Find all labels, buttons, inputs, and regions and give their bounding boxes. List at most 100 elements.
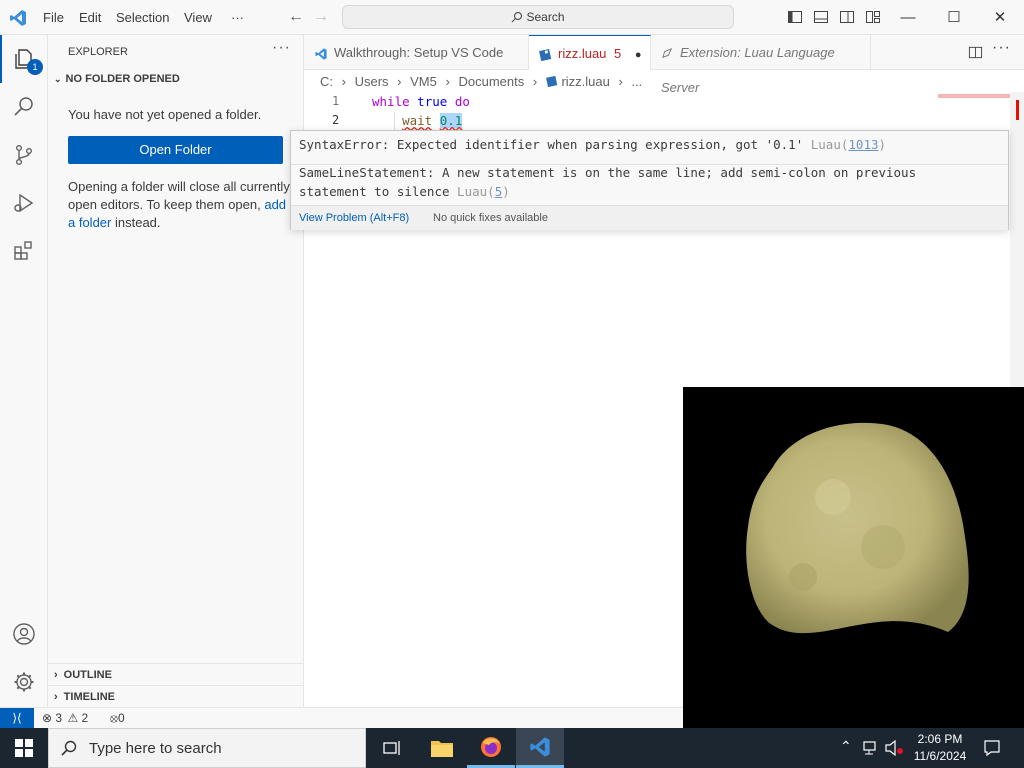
taskbar-search-placeholder: Type here to search <box>89 740 222 757</box>
volume-muted-icon[interactable] <box>884 740 904 756</box>
view-problem-link[interactable]: View Problem (Alt+F8) <box>299 206 409 230</box>
extension-icon <box>662 48 673 59</box>
hover-status-bar: View Problem (Alt+F8) No quick fixes ava… <box>291 205 1008 230</box>
problem-2-source: Luau( <box>457 184 495 199</box>
explorer-sidebar: EXPLORER ··· ⌄ NO FOLDER OPENED You have … <box>48 35 304 707</box>
breadcrumb-item[interactable]: Documents <box>458 74 524 89</box>
manage-gear-icon[interactable] <box>0 658 48 706</box>
minimize-button[interactable]: — <box>885 0 931 35</box>
menu-file[interactable]: File <box>43 0 64 35</box>
no-folder-section[interactable]: ⌄ NO FOLDER OPENED <box>54 73 180 85</box>
search-placeholder: Search <box>526 10 565 24</box>
remote-indicator-icon[interactable]: ⟩⟨ <box>0 708 34 729</box>
luau-file-icon <box>545 75 558 88</box>
split-editor-icon[interactable] <box>968 45 983 60</box>
accounts-icon[interactable] <box>0 610 48 658</box>
menu-more[interactable]: ··· <box>231 0 244 35</box>
problem-2-text: statement to silence <box>299 184 450 199</box>
problems-indicator[interactable]: ⊗ 3 ⚠ 2 <box>42 711 88 725</box>
problem-1: SyntaxError: Expected identifier when pa… <box>299 137 887 152</box>
menu-view[interactable]: View <box>184 0 212 35</box>
function-wait: wait <box>402 113 433 128</box>
close-button[interactable]: ✕ <box>977 0 1023 35</box>
tab-extension-label: Extension: Luau Language Server <box>661 45 835 95</box>
timeline-section[interactable]: › TIMELINE <box>48 685 304 707</box>
source-control-icon[interactable] <box>0 131 48 179</box>
problem-2-line-2: statement to silence Luau(5) <box>299 184 510 199</box>
breadcrumb-item[interactable]: ... <box>631 74 642 89</box>
open-folder-button[interactable]: Open Folder <box>68 136 283 164</box>
ports-indicator[interactable]: ⦻0 <box>110 711 125 726</box>
problem-1-source: Luau( <box>810 137 849 152</box>
warning-icon: ⚠ <box>67 711 79 725</box>
customize-layout-icon[interactable] <box>865 9 881 25</box>
unsaved-dot-icon[interactable]: ● <box>635 49 642 61</box>
outline-label: OUTLINE <box>63 669 112 681</box>
editor-scrollbar[interactable] <box>1010 92 1024 387</box>
tab-walkthrough[interactable]: Walkthrough: Setup VS Code <box>304 35 529 70</box>
potato-chip-image <box>746 422 969 634</box>
toggle-secondary-sidebar-icon[interactable] <box>839 9 855 25</box>
back-arrow-icon[interactable]: ← <box>288 8 304 26</box>
outline-section[interactable]: › OUTLINE <box>48 663 304 685</box>
breadcrumb-item[interactable]: Users <box>355 74 389 89</box>
breadcrumb-item[interactable]: C: <box>320 74 333 89</box>
breadcrumb-item[interactable]: rizz.luau <box>561 74 609 89</box>
search-icon <box>512 11 523 23</box>
warning-count: 2 <box>81 711 89 725</box>
ports-icon: ⦻ <box>110 711 118 725</box>
file-explorer-icon[interactable] <box>418 728 466 768</box>
hint-suffix: instead. <box>111 215 161 230</box>
menu-selection[interactable]: Selection <box>116 0 169 35</box>
menu-edit[interactable]: Edit <box>79 0 101 35</box>
command-center-search[interactable]: Search <box>342 5 734 29</box>
task-view-icon[interactable] <box>368 728 416 768</box>
show-hidden-icons-icon[interactable]: ⌃ <box>840 738 852 755</box>
minimap-error-marker <box>938 94 1010 98</box>
breadcrumb-item[interactable]: VM5 <box>410 74 437 89</box>
vscode-icon <box>315 47 327 60</box>
extensions-icon[interactable] <box>0 227 48 275</box>
keyword-do: do <box>454 94 470 109</box>
system-clock[interactable]: 2:06 PM 11/6/2024 <box>904 731 976 765</box>
search-icon <box>61 740 77 756</box>
problem-2-line-1: SameLineStatement: A new statement is on… <box>299 165 917 180</box>
editor-tabs: Walkthrough: Setup VS Code rizz.luau 5 ●… <box>304 35 1024 95</box>
editor-more-actions-icon[interactable]: ··· <box>992 39 1011 57</box>
no-folder-label: NO FOLDER OPENED <box>65 73 180 85</box>
taskbar-search-box[interactable]: Type here to search <box>48 728 366 768</box>
breadcrumb: C: › Users › VM5 › Documents › rizz.luau… <box>320 74 643 89</box>
tab-problem-count: 5 <box>614 46 622 61</box>
explorer-icon[interactable]: 1 <box>0 35 48 83</box>
number-literal: 0.1 <box>439 113 463 128</box>
vscode-taskbar-icon[interactable] <box>516 728 564 768</box>
run-debug-icon[interactable] <box>0 179 48 227</box>
chevron-right-icon: › <box>54 691 58 703</box>
notifications-icon[interactable] <box>983 739 1001 757</box>
keyword-while: while <box>372 94 410 109</box>
tab-extension[interactable]: Extension: Luau Language Server <box>651 35 871 95</box>
error-count: 3 <box>55 711 63 725</box>
problem-1-text: SyntaxError: Expected identifier when pa… <box>299 137 804 152</box>
problem-hover-widget: SyntaxError: Expected identifier when pa… <box>290 130 1009 230</box>
tab-rizz-label: rizz.luau <box>558 46 607 61</box>
toggle-primary-sidebar-icon[interactable] <box>787 9 803 25</box>
code-line-1[interactable]: while true do <box>372 92 470 111</box>
line-number: 2 <box>332 113 340 127</box>
code-line-2[interactable]: wait 0.1 <box>372 111 463 130</box>
ports-count: 0 <box>117 711 125 725</box>
maximize-button[interactable]: ☐ <box>931 0 977 35</box>
explorer-more-icon[interactable]: ··· <box>272 39 291 57</box>
search-view-icon[interactable] <box>0 83 48 131</box>
title-bar: File Edit Selection View ··· ← → Search … <box>0 0 1024 35</box>
firefox-icon[interactable] <box>467 728 515 768</box>
tab-walkthrough-label: Walkthrough: Setup VS Code <box>334 45 504 60</box>
chevron-down-icon: ⌄ <box>54 74 62 84</box>
explorer-badge: 1 <box>27 59 43 75</box>
forward-arrow-icon[interactable]: → <box>313 8 329 26</box>
toggle-panel-icon[interactable] <box>813 9 829 25</box>
network-icon[interactable] <box>862 740 880 756</box>
problem-1-code-link[interactable]: 1013 <box>848 137 878 152</box>
start-button[interactable] <box>0 728 48 768</box>
tab-rizz-luau[interactable]: rizz.luau 5 ● <box>529 35 651 70</box>
